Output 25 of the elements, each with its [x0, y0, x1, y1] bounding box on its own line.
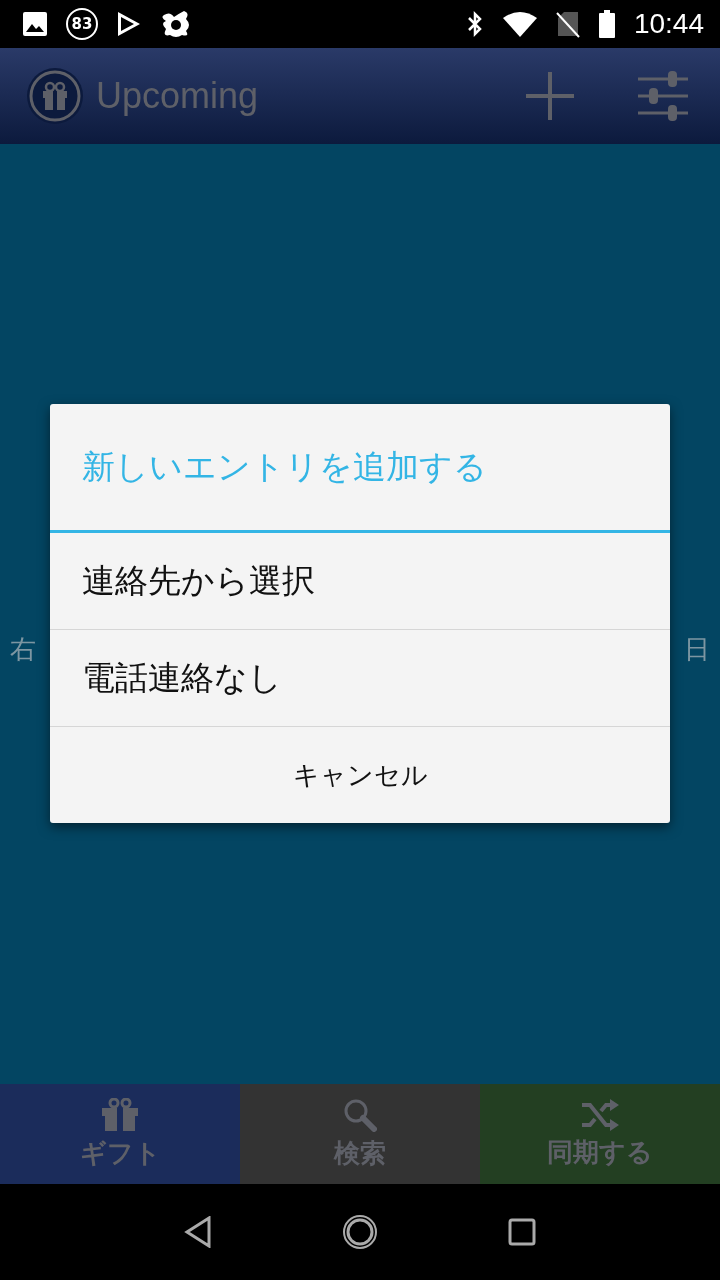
clock: 10:44 [633, 8, 704, 40]
background-text: 右 [10, 633, 36, 666]
bluetooth-icon [465, 10, 484, 38]
add-icon[interactable] [526, 72, 574, 120]
search-icon [343, 1097, 377, 1132]
image-icon [22, 11, 48, 37]
wifi-icon [501, 10, 538, 38]
back-icon[interactable] [184, 1216, 212, 1248]
gift-logo-icon [26, 67, 84, 125]
home-icon[interactable] [342, 1214, 378, 1250]
play-icon [116, 10, 142, 38]
battery-icon [597, 9, 616, 39]
background-text: 日 [684, 633, 710, 666]
blob-icon [160, 9, 192, 39]
dialog-option[interactable]: 連絡先から選択 [50, 533, 670, 630]
dialog-option[interactable]: 電話連絡なし [50, 630, 670, 727]
app-title: Upcoming [96, 75, 260, 117]
notification-count: 83 [66, 8, 98, 40]
gift-icon [101, 1097, 139, 1132]
cancel-button[interactable]: キャンセル [50, 727, 670, 823]
shuffle-icon [580, 1098, 620, 1131]
no-sim-icon [555, 10, 580, 38]
recents-icon[interactable] [508, 1218, 536, 1246]
dialog-title: 新しいエントリを追加する [50, 404, 670, 533]
settings-sliders-icon[interactable] [638, 71, 688, 121]
